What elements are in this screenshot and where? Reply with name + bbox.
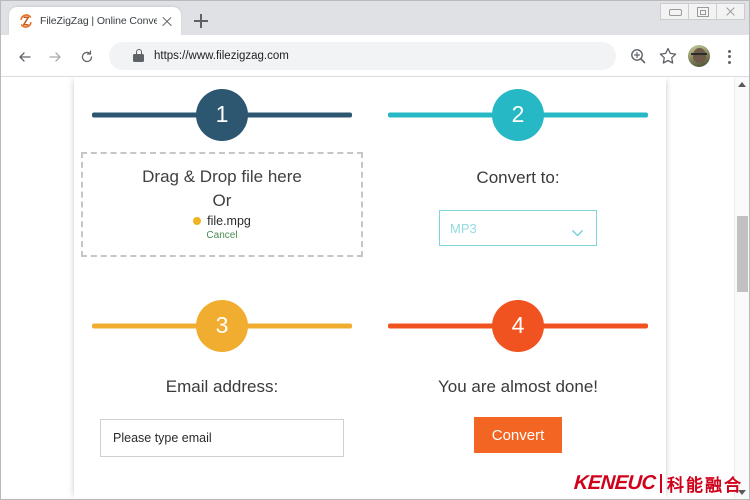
close-window-icon[interactable] [717,4,744,19]
step-1-circle: 1 [196,88,248,141]
almost-done-label: You are almost done! [437,377,599,396]
dropzone-title: Drag & Drop file here [142,167,302,186]
step-3-circle: 3 [196,299,248,352]
maximize-icon[interactable] [689,4,717,19]
zoom-button[interactable] [624,42,652,70]
scrollbar-thumb[interactable] [737,216,748,292]
filezigzag-favicon [19,14,33,28]
page-viewport: 1 Drag & Drop file here Or file.mpg Canc… [1,77,749,499]
avatar[interactable] [688,44,710,67]
step-1-number: 1 [215,101,229,127]
step-2-number: 2 [511,101,525,127]
steps-grid: 1 Drag & Drop file here Or file.mpg Canc… [74,77,666,499]
email-address-label: Email address: [165,377,279,396]
selected-file: file.mpg [193,214,251,228]
url-text: https://www.filezigzag.com [154,49,289,62]
file-name: file.mpg [207,214,251,228]
chevron-down-icon [572,224,583,237]
new-tab-button[interactable] [187,7,215,35]
convert-to-label: Convert to: [476,168,560,187]
step-4-circle: 4 [492,299,544,352]
page-scrollbar[interactable] [734,77,749,499]
address-bar[interactable]: https://www.filezigzag.com [109,41,616,70]
file-status-dot-icon [193,217,202,225]
cancel-upload-link[interactable]: Cancel [206,230,237,241]
tab-title: FileZigZag | Online Converter: [40,15,157,27]
title-bar: FileZigZag | Online Converter: [1,1,749,35]
forward-button[interactable] [39,41,69,71]
browser-menu-icon[interactable] [717,42,741,70]
reload-icon [80,49,93,62]
step-3-number: 3 [215,312,229,338]
minimize-icon[interactable] [661,4,689,19]
scroll-up-icon[interactable] [735,77,749,91]
step-2-header: 2 [370,77,666,152]
step-3: 3 Email address: Please type email [74,288,370,499]
close-icon[interactable] [159,13,175,29]
back-button[interactable] [9,41,39,71]
browser-toolbar: https://www.filezigzag.com [1,35,749,77]
email-field-value: Please type email [113,431,212,445]
format-select[interactable]: MP3 [439,210,597,246]
arrow-left-icon [18,50,31,62]
file-dropzone[interactable]: Drag & Drop file here Or file.mpg Cancel [81,152,363,257]
arrow-right-icon [48,50,61,62]
step-3-header: 3 [74,288,370,363]
window-controls [660,3,745,20]
step-4: 4 You are almost done! Convert [370,288,666,499]
converter-card: 1 Drag & Drop file here Or file.mpg Canc… [74,77,666,499]
dropzone-or-text: Or [212,191,232,210]
format-select-value: MP3 [450,220,477,236]
step-1: 1 Drag & Drop file here Or file.mpg Canc… [74,77,370,288]
scroll-down-icon[interactable] [735,485,749,499]
email-field[interactable]: Please type email [100,419,344,457]
step-2-circle: 2 [492,88,544,141]
bookmark-star-icon[interactable] [654,42,682,70]
step-1-header: 1 [74,77,370,152]
step-4-number: 4 [511,312,525,338]
step-2: 2 Convert to: MP3 [370,77,666,288]
convert-button[interactable]: Convert [474,417,562,453]
browser-tab[interactable]: FileZigZag | Online Converter: [9,7,181,35]
step-4-header: 4 [370,288,666,363]
lock-icon [133,49,144,62]
browser-window: FileZigZag | Online Converter: [0,0,750,500]
reload-button[interactable] [71,41,101,71]
tab-strip: FileZigZag | Online Converter: [1,1,215,35]
